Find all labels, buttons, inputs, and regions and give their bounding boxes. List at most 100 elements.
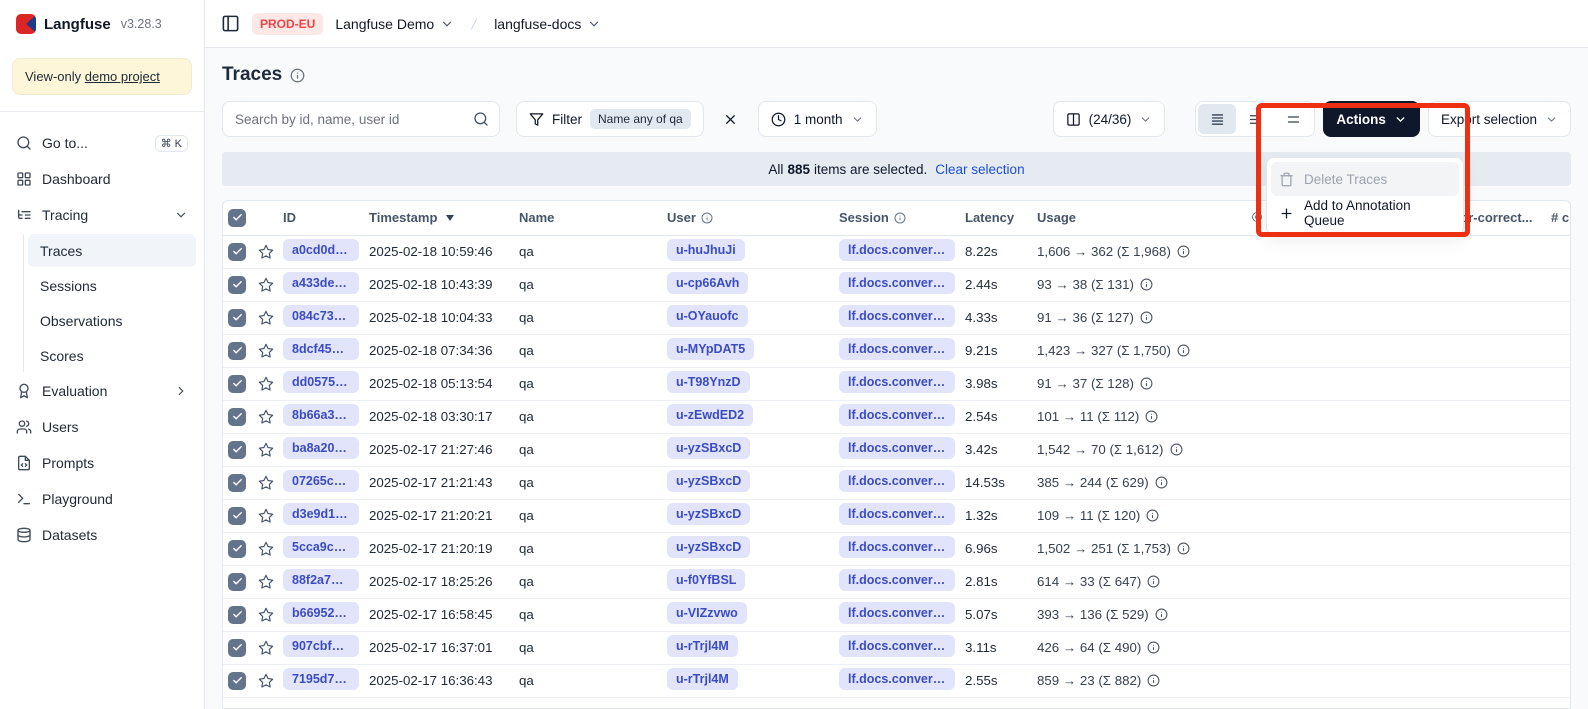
row-checkbox[interactable] — [228, 276, 246, 294]
search-input[interactable] — [235, 112, 473, 127]
col-header-usage[interactable]: Usage — [1035, 201, 1249, 235]
info-icon[interactable] — [1147, 674, 1160, 687]
table-row[interactable]: 8dcf4574... 2025-02-18 07:34:36 qa u-MYp… — [223, 334, 1571, 367]
table-row[interactable]: a0cd0d9... 2025-02-18 10:59:46 qa u-huJh… — [223, 235, 1571, 268]
trace-id-badge[interactable]: 084c739... — [283, 305, 359, 327]
time-range-button[interactable]: 1 month — [758, 101, 877, 137]
trace-id-badge[interactable]: a0cd0d9... — [283, 239, 359, 261]
sidebar-item-dashboard[interactable]: Dashboard — [8, 162, 196, 196]
info-icon[interactable] — [1147, 641, 1160, 654]
actions-button[interactable]: Actions — [1323, 101, 1420, 137]
sidebar-item-scores[interactable]: Scores — [28, 339, 196, 372]
col-header-latency[interactable]: Latency — [963, 201, 1035, 235]
trace-id-badge[interactable]: 88f2a7b0... — [283, 569, 359, 591]
info-icon[interactable] — [1145, 410, 1158, 423]
row-checkbox[interactable] — [228, 243, 246, 261]
session-badge[interactable]: lf.docs.conversation... — [839, 239, 955, 261]
trace-id-badge[interactable]: b669529... — [283, 602, 359, 624]
info-icon[interactable] — [1140, 311, 1153, 324]
select-all-checkbox[interactable] — [228, 209, 246, 227]
table-row[interactable]: d3e9d1f2... 2025-02-17 21:20:21 qa u-yzS… — [223, 499, 1571, 532]
session-badge[interactable]: lf.docs.conversation... — [839, 470, 955, 492]
session-badge[interactable]: lf.docs.conversation... — [839, 371, 955, 393]
col-header-user[interactable]: User — [665, 201, 837, 235]
star-icon[interactable] — [258, 376, 274, 392]
table-row[interactable]: a433de51... 2025-02-18 10:43:39 qa u-cp6… — [223, 268, 1571, 301]
menu-item-delete-traces[interactable]: Delete Traces — [1271, 162, 1459, 196]
session-badge[interactable]: lf.docs.conversation... — [839, 437, 955, 459]
session-badge[interactable]: lf.docs.conversation... — [839, 338, 955, 360]
info-icon[interactable] — [1155, 476, 1168, 489]
user-badge[interactable]: u-MYpDAT5 — [667, 338, 754, 360]
trace-id-badge[interactable]: d3e9d1f2... — [283, 503, 359, 525]
session-badge[interactable]: lf.docs.conversation... — [839, 602, 955, 624]
trace-id-badge[interactable]: a433de51... — [283, 272, 359, 294]
info-icon[interactable] — [1177, 344, 1190, 357]
trace-id-badge[interactable]: 7195d78e... — [283, 668, 359, 690]
info-icon[interactable] — [1177, 245, 1190, 258]
project-selector[interactable]: langfuse-docs — [494, 16, 601, 32]
columns-button[interactable]: (24/36) — [1053, 101, 1166, 137]
row-height-compact-button[interactable] — [1198, 104, 1236, 134]
trace-id-badge[interactable]: dd05753... — [283, 371, 359, 393]
export-selection-button[interactable]: Export selection — [1428, 101, 1571, 137]
row-checkbox[interactable] — [228, 408, 246, 426]
session-badge[interactable]: lf.docs.conversation... — [839, 536, 955, 558]
star-icon[interactable] — [258, 244, 274, 260]
clear-selection-link[interactable]: Clear selection — [935, 162, 1024, 177]
user-badge[interactable]: u-yzSBxcD — [667, 437, 750, 459]
sidebar-item-datasets[interactable]: Datasets — [8, 518, 196, 552]
sidebar-item-evaluation[interactable]: Evaluation — [8, 374, 196, 408]
sidebar-item-observations[interactable]: Observations — [28, 304, 196, 337]
info-icon[interactable] — [1155, 608, 1168, 621]
table-row[interactable]: dd05753... 2025-02-18 05:13:54 qa u-T98Y… — [223, 367, 1571, 400]
session-badge[interactable]: lf.docs.conversation... — [839, 503, 955, 525]
table-row[interactable]: b669529... 2025-02-17 16:58:45 qa u-VIZz… — [223, 598, 1571, 631]
trace-id-badge[interactable]: 907cbf6e... — [283, 635, 359, 657]
menu-item-add-annotation-queue[interactable]: Add to Annotation Queue — [1271, 196, 1459, 230]
session-badge[interactable]: lf.docs.conversation... — [839, 272, 955, 294]
sidebar-toggle-icon[interactable] — [221, 14, 240, 33]
star-icon[interactable] — [258, 508, 274, 524]
session-badge[interactable]: lf.docs.conversation... — [839, 404, 955, 426]
session-badge[interactable]: lf.docs.conversation... — [839, 569, 955, 591]
table-row[interactable]: ba8a208f... 2025-02-17 21:27:46 qa u-yzS… — [223, 433, 1571, 466]
row-height-tall-button[interactable] — [1274, 104, 1312, 134]
info-icon[interactable] — [1170, 443, 1183, 456]
row-checkbox[interactable] — [228, 573, 246, 591]
trace-id-badge[interactable]: 8b66a34... — [283, 404, 359, 426]
star-icon[interactable] — [258, 607, 274, 623]
table-row[interactable]: 8b66a34... 2025-02-18 03:30:17 qa u-zEwd… — [223, 400, 1571, 433]
user-badge[interactable]: u-cp66Avh — [667, 272, 748, 294]
table-row[interactable]: 084c739... 2025-02-18 10:04:33 qa u-OYau… — [223, 301, 1571, 334]
sidebar-item-goto[interactable]: Go to... ⌘ K — [8, 126, 196, 160]
row-checkbox[interactable] — [228, 639, 246, 657]
user-badge[interactable]: u-yzSBxcD — [667, 470, 750, 492]
star-icon[interactable] — [258, 277, 274, 293]
clear-filter-button[interactable] — [716, 101, 746, 137]
user-badge[interactable]: u-rTrjl4M — [667, 635, 738, 657]
trace-id-badge[interactable]: 07265c7a... — [283, 470, 359, 492]
info-icon[interactable] — [1146, 509, 1159, 522]
star-icon[interactable] — [258, 640, 274, 656]
star-icon[interactable] — [258, 541, 274, 557]
star-icon[interactable] — [258, 409, 274, 425]
session-badge[interactable]: lf.docs.conversation... — [839, 635, 955, 657]
user-badge[interactable]: u-VIZzvwo — [667, 602, 747, 624]
org-selector[interactable]: Langfuse Demo — [335, 16, 454, 32]
table-row[interactable]: 5cca9cf2... 2025-02-17 21:20:19 qa u-yzS… — [223, 532, 1571, 565]
demo-project-link[interactable]: demo project — [85, 69, 160, 84]
row-checkbox[interactable] — [228, 606, 246, 624]
filter-button[interactable]: Filter Name any of qa — [516, 101, 704, 137]
user-badge[interactable]: u-T98YnzD — [667, 371, 750, 393]
sidebar-item-traces[interactable]: Traces — [28, 234, 196, 267]
table-row[interactable]: 88f2a7b0... 2025-02-17 18:25:26 qa u-f0Y… — [223, 565, 1571, 598]
col-header-session[interactable]: Session — [837, 201, 963, 235]
col-header-last[interactable]: # c... — [1549, 201, 1571, 235]
row-checkbox[interactable] — [228, 540, 246, 558]
col-header-name[interactable]: Name — [517, 201, 665, 235]
row-checkbox[interactable] — [228, 309, 246, 327]
row-checkbox[interactable] — [228, 474, 246, 492]
user-badge[interactable]: u-rTrjl4M — [667, 668, 738, 690]
row-checkbox[interactable] — [228, 672, 246, 690]
